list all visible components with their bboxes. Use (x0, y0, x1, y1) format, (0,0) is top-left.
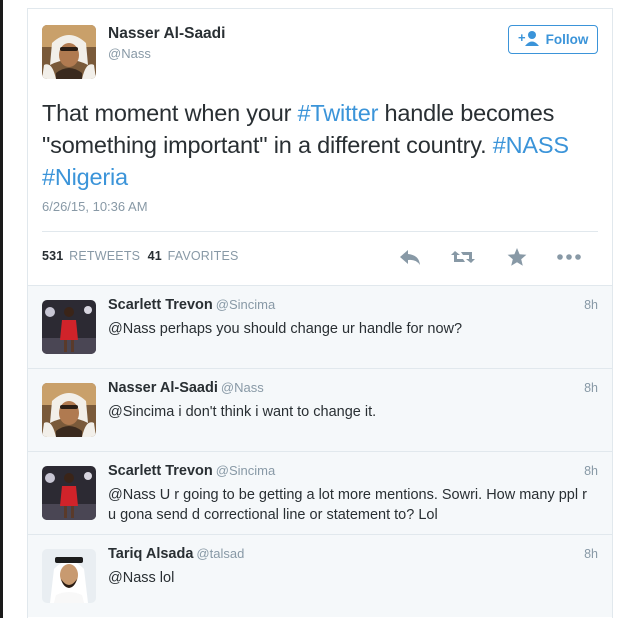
reply-author[interactable]: Tariq Alsada @talsad (108, 546, 244, 562)
reply-author-name[interactable]: Scarlett Trevon (108, 297, 213, 313)
divider (42, 231, 598, 232)
favorites-label[interactable]: FAVORITES (168, 249, 239, 263)
reply-item[interactable]: Scarlett Trevon @Sincima 8h @Nass perhaps… (28, 285, 612, 368)
reply-avatar[interactable] (42, 383, 96, 437)
window-edge (0, 0, 3, 618)
reply-author[interactable]: Nasser Al-Saadi @Nass (108, 380, 264, 396)
follow-button[interactable]: + Follow (508, 25, 598, 54)
reply-author-handle[interactable]: @Sincima (216, 463, 275, 478)
reply-author[interactable]: Scarlett Trevon @Sincima (108, 297, 275, 313)
hashtag-link[interactable]: #Twitter (298, 100, 379, 126)
retweets-label[interactable]: RETWEETS (69, 249, 140, 263)
reply-author-name[interactable]: Tariq Alsada (108, 546, 193, 562)
tweet-detail-card: Nasser Al-Saadi @Nass + Follow That mome… (27, 8, 613, 618)
author-handle[interactable]: @Nass (108, 46, 151, 61)
hashtag-link[interactable]: #Nigeria (42, 164, 128, 190)
reply-text: @Nass U r going to be getting a lot more… (108, 487, 587, 523)
add-user-icon: + (518, 30, 540, 49)
reply-author-handle[interactable]: @Sincima (216, 297, 275, 312)
reply-text: @Nass perhaps you should change ur handl… (108, 321, 463, 337)
reply-avatar[interactable] (42, 300, 96, 354)
tweet-text: That moment when your #Twitter handle be… (42, 97, 602, 193)
reply-item[interactable]: Tariq Alsada @talsad 8h @Nass lol (28, 534, 612, 617)
tweet-timestamp[interactable]: 6/26/15, 10:36 AM (42, 199, 148, 214)
more-dots-icon[interactable] (556, 245, 582, 269)
svg-text:+: + (518, 30, 526, 45)
reply-time[interactable]: 8h (584, 464, 598, 478)
tweet-actions (398, 245, 598, 269)
reply-author-name[interactable]: Nasser Al-Saadi (108, 380, 218, 396)
hashtag-link[interactable]: #NASS (493, 132, 569, 158)
favorites-count[interactable]: 41 (148, 249, 162, 263)
reply-text: @Nass lol (108, 570, 175, 586)
retweet-icon[interactable] (450, 245, 476, 269)
author-avatar[interactable] (42, 25, 96, 79)
tweet-header: Nasser Al-Saadi @Nass + Follow (42, 23, 598, 81)
reply-text: @Sincima i don't think i want to change … (108, 404, 377, 420)
reply-avatar[interactable] (42, 466, 96, 520)
reply-author-name[interactable]: Scarlett Trevon (108, 463, 213, 479)
star-icon[interactable] (505, 245, 531, 269)
reply-avatar[interactable] (42, 549, 96, 603)
follow-label: Follow (545, 32, 589, 47)
author-name[interactable]: Nasser Al-Saadi (108, 25, 225, 43)
reply-time[interactable]: 8h (584, 298, 598, 312)
reply-list: Scarlett Trevon @Sincima 8h @Nass perhaps… (28, 285, 612, 617)
reply-author-handle[interactable]: @Nass (221, 380, 264, 395)
tweet-stats: 531 RETWEETS 41 FAVORITES (42, 249, 239, 263)
reply-icon[interactable] (398, 245, 424, 269)
reply-item[interactable]: Scarlett Trevon @Sincima 8h @Nass U r goi… (28, 451, 612, 534)
tweet-text-part: That moment when your (42, 100, 298, 126)
reply-time[interactable]: 8h (584, 547, 598, 561)
reply-item[interactable]: Nasser Al-Saadi @Nass 8h @Sincima i don't… (28, 368, 612, 451)
retweets-count[interactable]: 531 (42, 249, 63, 263)
reply-time[interactable]: 8h (584, 381, 598, 395)
reply-author-handle[interactable]: @talsad (196, 546, 244, 561)
reply-author[interactable]: Scarlett Trevon @Sincima (108, 463, 275, 479)
